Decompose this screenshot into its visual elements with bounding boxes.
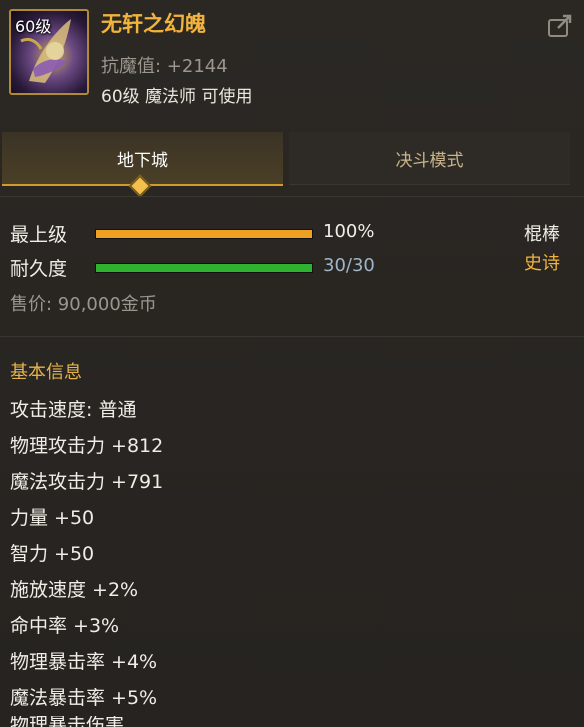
stat-attack-speed: 攻击速度: 普通 xyxy=(10,399,137,421)
stat-hit-rate: 命中率 +3% xyxy=(10,615,120,637)
item-level-badge: 60级 xyxy=(15,17,52,36)
rarity-label: 史诗 xyxy=(524,253,560,274)
sell-price: 售价: 90,000金币 xyxy=(10,294,157,315)
grade-value: 100% xyxy=(323,221,375,242)
basic-info-title: 基本信息 xyxy=(10,362,82,383)
stat-magic-attack: 魔法攻击力 +791 xyxy=(10,471,164,493)
item-portrait-icon[interactable]: 60级 xyxy=(9,9,89,95)
tab-pvp[interactable]: 决斗模式 xyxy=(289,132,570,185)
item-name: 无轩之幻魄 xyxy=(101,12,206,36)
stat-cut-off: 物理暴击伤害 xyxy=(10,716,130,727)
stat-cut-off-text: 物理暴击伤害 xyxy=(10,716,125,727)
durability-bar xyxy=(95,263,313,273)
requirement-line: 60级 魔法师 可使用 xyxy=(101,87,253,107)
grade-bar xyxy=(95,229,313,239)
stat-cast-speed: 施放速度 +2% xyxy=(10,579,139,601)
weapon-type: 棍棒 xyxy=(524,224,560,245)
durability-value: 30/30 xyxy=(323,255,375,276)
durability-bar-fill xyxy=(96,264,312,272)
share-icon[interactable] xyxy=(546,12,574,40)
stat-intelligence: 智力 +50 xyxy=(10,543,95,565)
item-tooltip-panel: 60级 无轩之幻魄 抗魔值: +2144 60级 魔法师 可使用 地下城 决斗模… xyxy=(0,0,584,727)
stat-strength: 力量 +50 xyxy=(10,507,95,529)
grade-bar-fill xyxy=(96,230,312,238)
stats-list: 攻击速度: 普通 物理攻击力 +812 魔法攻击力 +791 力量 +50 智力… xyxy=(10,396,163,720)
resistance-line: 抗魔值: +2144 xyxy=(101,56,228,77)
section-divider xyxy=(0,336,584,337)
mode-tabs: 地下城 决斗模式 xyxy=(0,132,584,186)
durability-label: 耐久度 xyxy=(10,258,68,280)
item-header: 60级 无轩之幻魄 抗魔值: +2144 60级 魔法师 可使用 xyxy=(0,0,584,118)
stat-magic-crit: 魔法暴击率 +5% xyxy=(10,687,158,709)
tab-divider xyxy=(0,196,584,197)
stat-physical-attack: 物理攻击力 +812 xyxy=(10,435,164,457)
stat-physical-crit: 物理暴击率 +4% xyxy=(10,651,158,673)
grade-label: 最上级 xyxy=(10,224,68,246)
